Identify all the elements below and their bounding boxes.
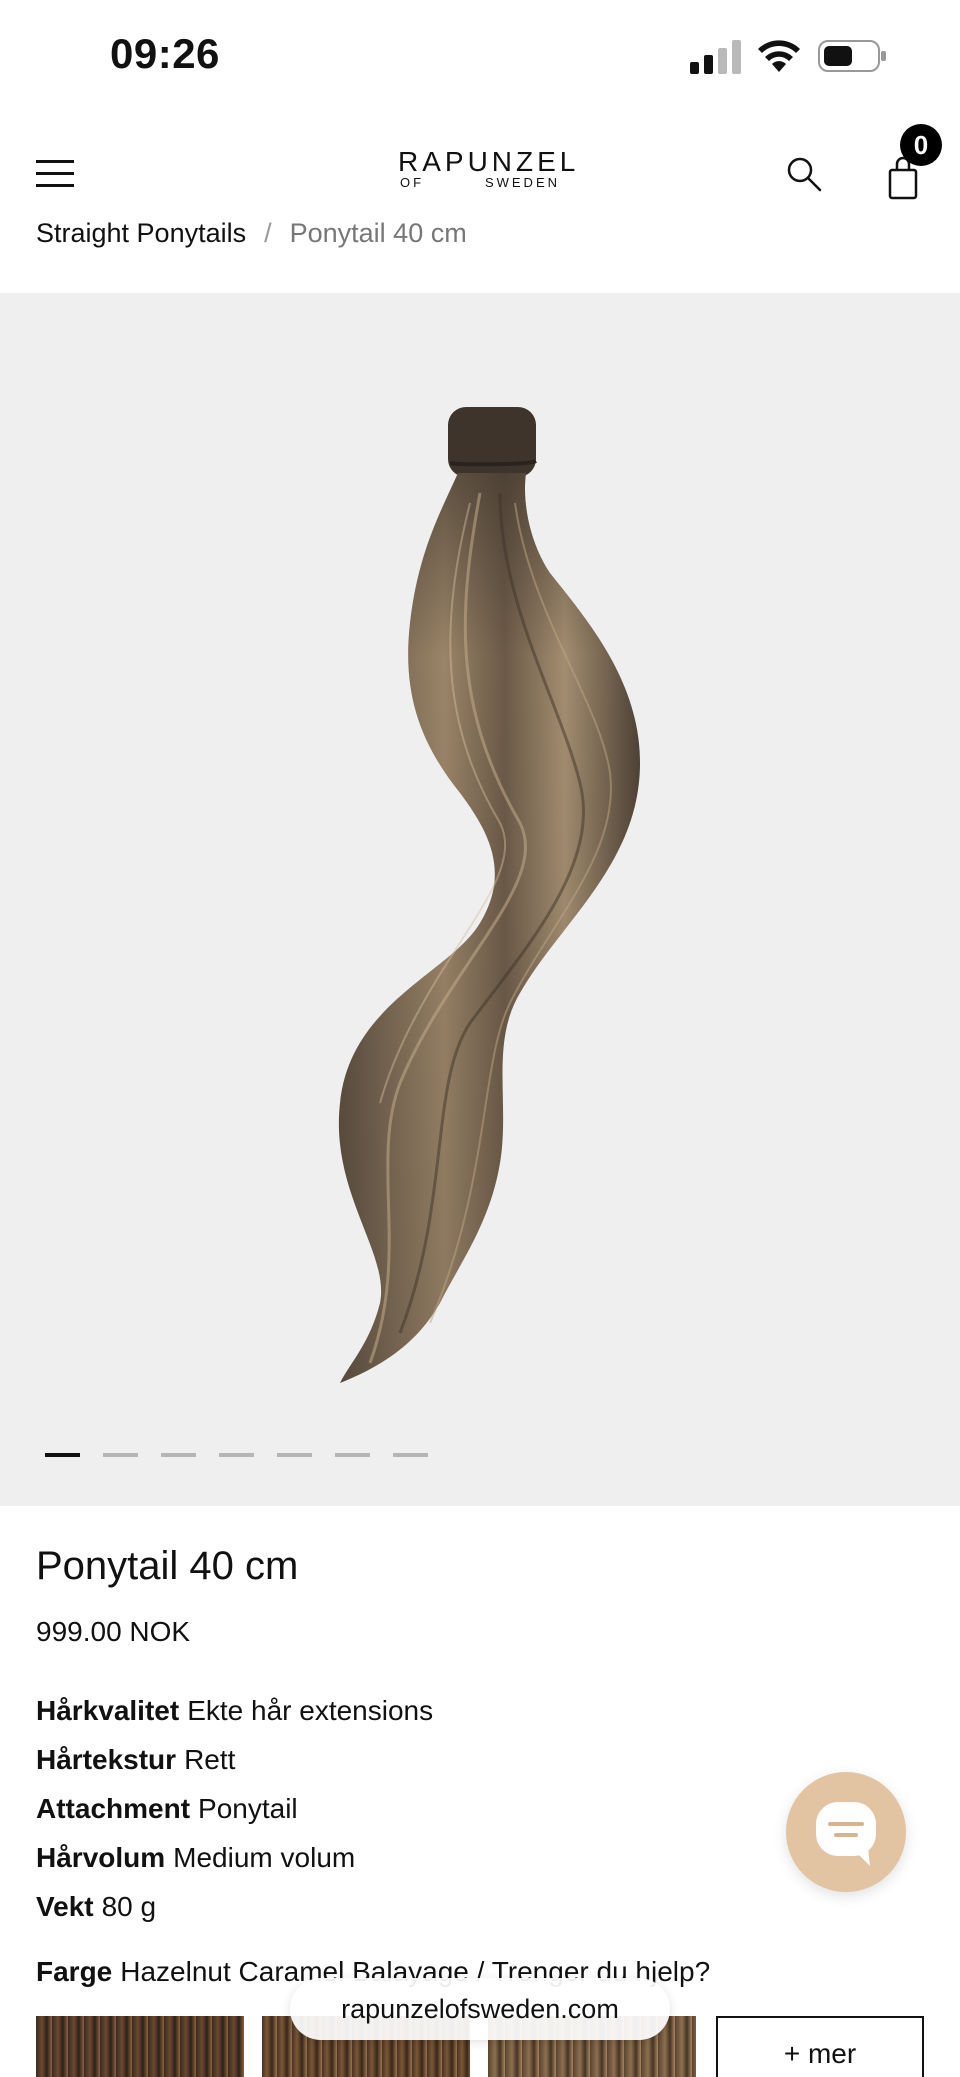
chat-bubble-icon — [816, 1802, 876, 1866]
breadcrumb-current: Ponytail 40 cm — [289, 218, 467, 248]
gallery-dot[interactable] — [219, 1453, 254, 1457]
brand-logo[interactable]: RAPUNZEL OF SWEDEN — [398, 146, 580, 190]
attribute-value: Ekte hår extensions — [187, 1695, 434, 1726]
product-title: Ponytail 40 cm — [36, 1544, 299, 1588]
gallery-dot[interactable] — [335, 1453, 370, 1457]
chat-button[interactable] — [786, 1772, 906, 1892]
gallery-dot[interactable] — [277, 1453, 312, 1457]
attribute-row: Hårtekstur Rett — [36, 1735, 433, 1784]
cart-count-badge[interactable]: 0 — [900, 124, 942, 166]
browser-url-bar[interactable]: rapunzelofsweden.com — [290, 1978, 670, 2040]
gallery-pagination — [45, 1453, 428, 1457]
attribute-label: Hårtekstur — [36, 1744, 177, 1775]
gallery-dot[interactable] — [161, 1453, 196, 1457]
color-label: Farge — [36, 1956, 113, 1987]
product-price: 999.00 NOK — [36, 1616, 191, 1647]
logo-sub-text: OF SWEDEN — [398, 176, 562, 190]
attribute-label: Attachment — [36, 1793, 191, 1824]
search-icon[interactable] — [784, 154, 824, 194]
logo-main-text: RAPUNZEL — [398, 146, 580, 177]
product-image-gallery[interactable] — [0, 293, 960, 1506]
product-image-ponytail — [338, 407, 640, 1383]
more-colors-button[interactable]: + mer — [716, 2016, 924, 2077]
cellular-signal-icon — [690, 40, 741, 74]
product-attributes: Hårkvalitet Ekte hår extensions Hårtekstu… — [36, 1686, 433, 1931]
attribute-value: Ponytail — [198, 1793, 298, 1824]
gallery-dot[interactable] — [45, 1453, 80, 1457]
gallery-dot[interactable] — [103, 1453, 138, 1457]
attribute-row: Attachment Ponytail — [36, 1784, 433, 1833]
attribute-label: Vekt — [36, 1891, 94, 1922]
status-bar: 09:26 — [0, 0, 960, 110]
gallery-dot[interactable] — [393, 1453, 428, 1457]
attribute-value: 80 g — [101, 1891, 157, 1922]
logo-sub-right: SWEDEN — [484, 175, 560, 190]
attribute-label: Hårkvalitet — [36, 1695, 180, 1726]
logo-sub-left: OF — [400, 175, 425, 190]
attribute-row: Hårvolum Medium volum — [36, 1833, 433, 1882]
breadcrumb-separator: / — [264, 218, 272, 248]
attribute-label: Hårvolum — [36, 1842, 166, 1873]
breadcrumb: Straight Ponytails / Ponytail 40 cm — [36, 218, 467, 249]
attribute-value: Medium volum — [173, 1842, 356, 1873]
battery-icon — [818, 40, 886, 72]
wifi-icon — [758, 40, 800, 72]
attribute-row: Vekt 80 g — [36, 1882, 433, 1931]
status-time: 09:26 — [110, 30, 220, 77]
site-header: RAPUNZEL OF SWEDEN 0 — [0, 110, 960, 230]
attribute-value: Rett — [184, 1744, 236, 1775]
breadcrumb-link-category[interactable]: Straight Ponytails — [36, 218, 246, 248]
attribute-row: Hårkvalitet Ekte hår extensions — [36, 1686, 433, 1735]
hamburger-menu-icon[interactable] — [36, 160, 74, 188]
color-swatch[interactable] — [36, 2016, 244, 2077]
